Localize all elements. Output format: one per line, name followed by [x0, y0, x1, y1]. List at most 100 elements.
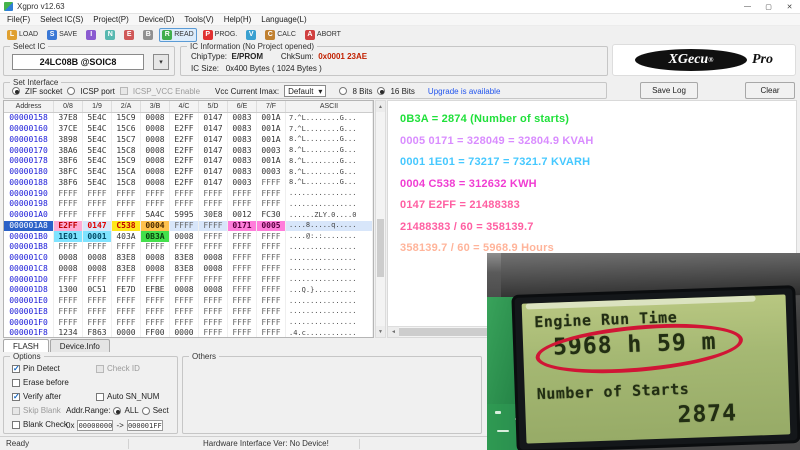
hex-row[interactable]: 000001D813000C51FE7DEFBE00080008FFFFFFFF… — [4, 285, 373, 296]
erase-before-checkbox[interactable] — [12, 379, 20, 387]
hex-cell[interactable]: 0147 — [199, 145, 228, 156]
hex-cell[interactable]: 0008 — [170, 231, 199, 242]
hex-cell[interactable]: 0147 — [199, 156, 228, 167]
hex-cell[interactable]: FF00 — [141, 328, 170, 338]
hex-cell[interactable]: 5E4C — [83, 167, 112, 178]
range-end-input[interactable]: 000001FF — [127, 420, 163, 431]
hex-cell[interactable]: 0C51 — [83, 285, 112, 296]
menu-select-ic[interactable]: Select IC(S) — [35, 15, 88, 24]
hex-cell[interactable]: 0001 — [83, 231, 112, 242]
select-ic-browse-button[interactable]: ▾ — [153, 54, 169, 70]
hex-cell[interactable]: 0008 — [141, 167, 170, 178]
hex-cell[interactable]: FFFF — [257, 274, 286, 285]
hex-cell[interactable]: 0008 — [199, 285, 228, 296]
hex-row[interactable]: 0000018838F65E4C15C80008E2FF01470003FFFF… — [4, 178, 373, 189]
hex-cell[interactable]: 001A — [257, 156, 286, 167]
hex-cell[interactable]: 0083 — [228, 124, 257, 135]
hex-cell[interactable]: FFFF — [54, 199, 83, 210]
save-log-button[interactable]: Save Log — [640, 82, 698, 99]
hex-cell[interactable]: 0147 — [199, 178, 228, 189]
range-start-input[interactable]: 00000000 — [77, 420, 113, 431]
hex-cell[interactable]: E2FF — [54, 221, 83, 232]
hex-cell[interactable]: 0008 — [199, 253, 228, 264]
hex-cell[interactable]: FFFF — [257, 253, 286, 264]
erase-before-option[interactable]: Erase before — [12, 378, 69, 387]
hex-cell[interactable]: 83E8 — [170, 264, 199, 275]
hex-cell[interactable]: 0003 — [257, 145, 286, 156]
hex-cell[interactable]: FFFF — [257, 317, 286, 328]
hex-cell[interactable]: 0008 — [54, 253, 83, 264]
vertical-scroll-thumb[interactable] — [377, 219, 384, 277]
hex-cell[interactable]: 38A6 — [54, 145, 83, 156]
hex-cell[interactable]: FFFF — [112, 242, 141, 253]
hex-cell[interactable]: FFFF — [199, 307, 228, 318]
check-id-checkbox[interactable] — [96, 365, 104, 373]
hex-cell[interactable]: E2FF — [170, 145, 199, 156]
hex-cell[interactable]: F863 — [83, 328, 112, 338]
hex-cell[interactable]: 403A — [112, 231, 141, 242]
blank-check-checkbox[interactable] — [12, 421, 20, 429]
hex-cell[interactable]: FFFF — [112, 296, 141, 307]
scroll-left-icon[interactable]: ◄ — [388, 327, 399, 337]
hex-cell[interactable]: FFFF — [257, 199, 286, 210]
vcc-imax-select[interactable]: Default ▾ — [284, 85, 326, 97]
hex-cell[interactable]: FFFF — [228, 264, 257, 275]
hex-cell[interactable]: 15C9 — [112, 113, 141, 124]
hex-cell[interactable]: FFFF — [170, 307, 199, 318]
hex-row[interactable]: 0000017038A65E4C15C80008E2FF014700830003… — [4, 145, 373, 156]
hex-row[interactable]: 000001E0FFFFFFFFFFFFFFFFFFFFFFFFFFFFFFFF… — [4, 296, 373, 307]
hex-cell[interactable]: FFFF — [141, 188, 170, 199]
auto-sn-checkbox[interactable] — [96, 393, 104, 401]
hex-cell[interactable]: 0008 — [141, 264, 170, 275]
hex-cell[interactable]: 0008 — [170, 285, 199, 296]
hex-cell[interactable]: E2FF — [170, 178, 199, 189]
hex-cell[interactable]: 0B3A — [141, 231, 170, 242]
hex-cell[interactable]: FFFF — [54, 242, 83, 253]
hex-cell[interactable]: 0147 — [199, 167, 228, 178]
hex-cell[interactable]: 001A — [257, 135, 286, 146]
hex-cell[interactable]: FFFF — [112, 274, 141, 285]
hex-cell[interactable]: FFFF — [257, 285, 286, 296]
pin-detect-option[interactable]: Pin Detect — [12, 364, 60, 373]
hex-cell[interactable]: FFFF — [141, 274, 170, 285]
hex-cell[interactable]: 001A — [257, 124, 286, 135]
bits8-radio[interactable] — [339, 87, 347, 95]
blank-check-option[interactable]: Blank Check — [12, 420, 68, 429]
chip-info-button[interactable]: I — [83, 28, 99, 42]
hex-cell[interactable]: FFFF — [257, 231, 286, 242]
hex-cell[interactable]: 0147 — [83, 221, 112, 232]
verify-after-checkbox[interactable] — [12, 393, 20, 401]
scroll-down-icon[interactable]: ▼ — [376, 326, 385, 337]
hex-cell[interactable]: E2FF — [170, 124, 199, 135]
hex-cell[interactable]: FFFF — [228, 199, 257, 210]
hex-cell[interactable]: FFFF — [228, 317, 257, 328]
hex-cell[interactable]: 38F6 — [54, 178, 83, 189]
hex-cell[interactable]: 0008 — [83, 264, 112, 275]
hex-cell[interactable]: 0083 — [228, 113, 257, 124]
hex-row[interactable]: 0000017838F65E4C15C90008E2FF01470083001A… — [4, 156, 373, 167]
hex-cell[interactable]: FFFF — [199, 199, 228, 210]
hex-cell[interactable]: 38F6 — [54, 156, 83, 167]
hex-cell[interactable]: 5E4C — [83, 178, 112, 189]
hex-cell[interactable]: FFFF — [54, 296, 83, 307]
hex-cell[interactable]: 5E4C — [83, 135, 112, 146]
close-button[interactable]: ✕ — [779, 0, 800, 13]
hex-cell[interactable]: FFFF — [83, 307, 112, 318]
hex-cell[interactable]: 0083 — [228, 156, 257, 167]
hex-row[interactable]: 000001D0FFFFFFFFFFFFFFFFFFFFFFFFFFFFFFFF… — [4, 274, 373, 285]
hex-cell[interactable]: 0147 — [199, 124, 228, 135]
hex-cell[interactable]: FFFF — [199, 296, 228, 307]
hex-cell[interactable]: FFFF — [228, 307, 257, 318]
serial-number-button[interactable]: N — [102, 28, 118, 42]
hex-cell[interactable]: FFFF — [141, 199, 170, 210]
upgrade-link[interactable]: Upgrade is available — [428, 87, 501, 96]
hex-cell[interactable]: 15CA — [112, 167, 141, 178]
hex-row[interactable]: 00000190FFFFFFFFFFFFFFFFFFFFFFFFFFFFFFFF… — [4, 188, 373, 199]
hex-cell[interactable]: 1234 — [54, 328, 83, 338]
tab-device-info[interactable]: Device.Info — [50, 339, 110, 352]
hex-row[interactable]: 0000016037CE5E4C15C60008E2FF01470083001A… — [4, 124, 373, 135]
check-id-option[interactable]: Check ID — [96, 364, 140, 373]
addr-range-sect-radio[interactable] — [142, 407, 150, 415]
selected-ic-field[interactable]: 24LC08B @SOIC8 — [12, 54, 144, 70]
hex-cell[interactable]: 15C9 — [112, 156, 141, 167]
